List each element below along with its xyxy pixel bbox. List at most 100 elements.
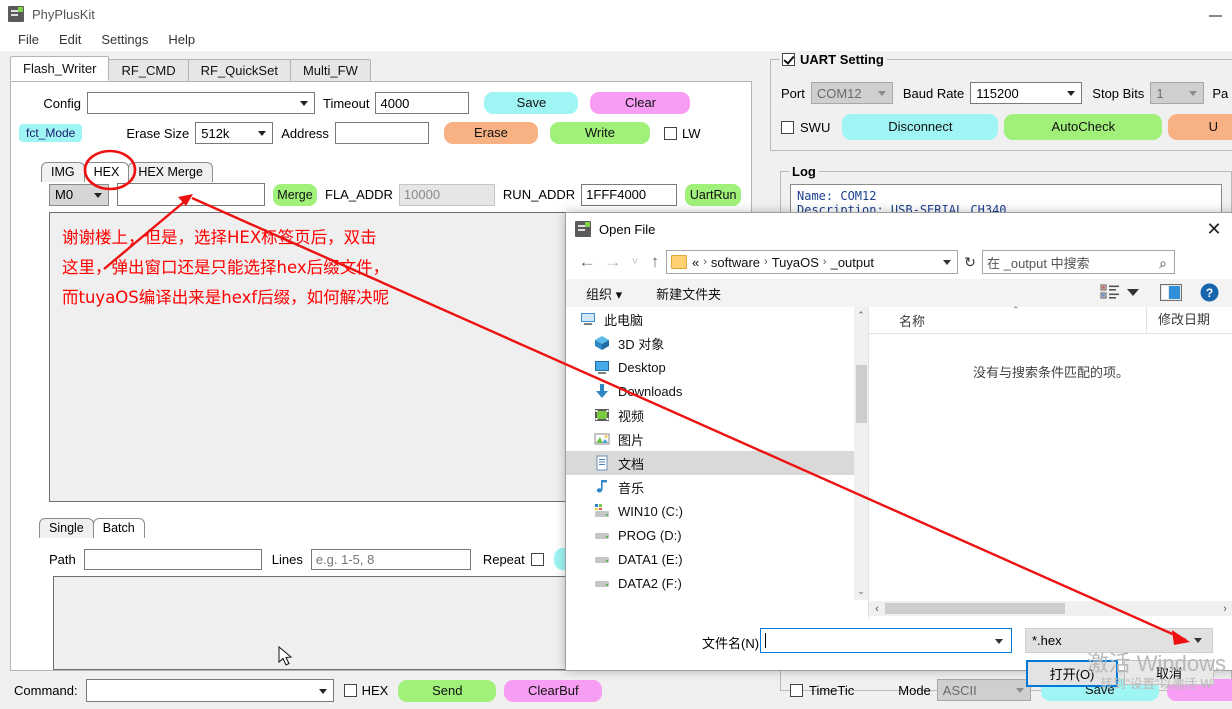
nav-item-pictures[interactable]: 图片: [566, 427, 868, 451]
send-button[interactable]: Send: [398, 679, 497, 702]
scroll-up-icon[interactable]: ⌃: [854, 310, 868, 321]
port-combo[interactable]: COM12: [810, 82, 893, 104]
uart-setting-checkbox[interactable]: [782, 53, 795, 66]
command-combo[interactable]: [85, 679, 334, 702]
update-button[interactable]: U: [1168, 114, 1232, 140]
tab-multi-fw[interactable]: Multi_FW: [289, 59, 371, 81]
path-input[interactable]: [83, 548, 262, 570]
minimize-button[interactable]: [1209, 10, 1222, 23]
scroll-left-icon[interactable]: ‹: [869, 603, 885, 615]
subtab-batch[interactable]: Batch: [92, 518, 145, 538]
tab-rf-quickset[interactable]: RF_QuickSet: [187, 59, 291, 81]
address-bar[interactable]: « › software › TuyaOS › _output: [666, 250, 958, 274]
address-label: Address: [281, 125, 329, 141]
run-addr-input[interactable]: [581, 183, 678, 206]
breadcrumb-2[interactable]: TuyaOS: [772, 255, 819, 270]
nav-item-drive-d[interactable]: PROG (D:): [566, 523, 868, 547]
menu-help[interactable]: Help: [158, 30, 205, 49]
recent-locations-icon[interactable]: ˅: [626, 256, 644, 268]
menu-settings[interactable]: Settings: [91, 30, 158, 49]
breadcrumb-3[interactable]: _output: [831, 255, 874, 270]
save-button[interactable]: Save: [484, 92, 579, 114]
hscroll-thumb[interactable]: [885, 603, 1065, 614]
scroll-down-icon[interactable]: ⌄: [854, 586, 868, 597]
merge-button[interactable]: Merge: [273, 183, 317, 206]
refresh-icon[interactable]: ↻: [958, 254, 982, 271]
nav-item-3d-objects[interactable]: 3D 对象: [566, 331, 868, 355]
organize-button[interactable]: 组织 ▾: [576, 284, 632, 303]
nav-item-music[interactable]: 音乐: [566, 475, 868, 499]
disconnect-button[interactable]: Disconnect: [842, 114, 999, 140]
subtab-hex-merge[interactable]: HEX Merge: [128, 162, 213, 182]
preview-pane-icon[interactable]: [1160, 284, 1182, 302]
fct-mode-badge[interactable]: fct_Mode: [19, 124, 83, 142]
filename-input[interactable]: [760, 628, 1012, 653]
tab-rf-cmd[interactable]: RF_CMD: [108, 59, 189, 81]
nav-item-drive-c[interactable]: WIN10 (C:): [566, 499, 868, 523]
list-view-icon[interactable]: [1100, 284, 1120, 302]
tab-flash-writer[interactable]: Flash_Writer: [10, 56, 110, 81]
command-hex-checkbox[interactable]: [343, 684, 357, 697]
write-button[interactable]: Write: [549, 122, 650, 144]
baud-rate-combo[interactable]: 115200: [970, 82, 1083, 104]
autocheck-button[interactable]: AutoCheck: [1004, 114, 1163, 140]
lw-checkbox[interactable]: [663, 126, 677, 140]
help-icon[interactable]: ?: [1200, 283, 1219, 302]
open-button[interactable]: 打开(O): [1026, 660, 1118, 687]
fla-addr-input[interactable]: [398, 183, 495, 206]
column-name[interactable]: ⌃ 名称: [869, 305, 1146, 330]
scroll-thumb[interactable]: [855, 365, 867, 423]
timeout-input[interactable]: [375, 92, 470, 114]
search-input[interactable]: 在 _output 中搜索 ⌕: [982, 250, 1175, 274]
menu-edit[interactable]: Edit: [49, 30, 91, 49]
stop-bits-combo[interactable]: 1: [1150, 82, 1205, 104]
up-icon[interactable]: ↑: [644, 252, 666, 272]
column-date[interactable]: 修改日期: [1146, 307, 1210, 333]
mode-combo[interactable]: ASCII: [936, 679, 1031, 701]
chevron-down-icon[interactable]: [1127, 289, 1139, 297]
config-combo[interactable]: [87, 92, 315, 114]
breadcrumb-1[interactable]: software: [711, 255, 760, 270]
nav-item-videos[interactable]: 视频: [566, 403, 868, 427]
new-folder-button[interactable]: 新建文件夹: [646, 284, 731, 303]
subtab-hex[interactable]: HEX: [83, 162, 130, 182]
chevron-down-icon[interactable]: [995, 639, 1003, 644]
nav-item-drive-f[interactable]: DATA2 (F:): [566, 571, 868, 595]
file-pane-hscrollbar[interactable]: ‹ ›: [869, 601, 1232, 616]
nav-item-documents[interactable]: 文档: [566, 451, 868, 475]
address-input[interactable]: [334, 122, 429, 144]
nav-item-downloads[interactable]: Downloads: [566, 379, 868, 403]
search-icon: ⌕: [1159, 255, 1167, 271]
nav-item-drive-e[interactable]: DATA1 (E:): [566, 547, 868, 571]
hex-path-input[interactable]: [117, 183, 265, 206]
back-icon[interactable]: ←: [574, 252, 600, 272]
baud-rate-value: 115200: [976, 85, 1019, 101]
cancel-button[interactable]: 取消: [1124, 660, 1214, 685]
clear-button[interactable]: Clear: [590, 92, 691, 114]
scroll-right-icon[interactable]: ›: [1217, 603, 1232, 615]
menu-file[interactable]: File: [8, 30, 49, 49]
repeat-checkbox[interactable]: [530, 552, 544, 566]
timetic-checkbox[interactable]: [790, 683, 803, 697]
swu-checkbox[interactable]: [781, 120, 794, 134]
chevron-down-icon[interactable]: [943, 260, 951, 265]
erase-size-combo[interactable]: 512k: [195, 122, 274, 144]
subtab-img[interactable]: IMG: [41, 162, 85, 182]
lines-input[interactable]: [310, 548, 471, 570]
menubar: File Edit Settings Help: [0, 28, 1232, 51]
close-icon[interactable]: ✕: [1203, 220, 1225, 242]
nav-item-this-pc[interactable]: 此电脑: [566, 307, 868, 331]
file-type-filter-combo[interactable]: *.hex: [1025, 628, 1213, 653]
clearbuf-button[interactable]: ClearBuf: [504, 679, 603, 702]
main-tabbar: Flash_Writer RF_CMD RF_QuickSet Multi_FW: [10, 56, 371, 81]
navpane-scrollbar[interactable]: ⌃ ⌄: [854, 307, 868, 600]
lw-label: LW: [681, 125, 701, 141]
forward-icon[interactable]: →: [600, 252, 626, 272]
erase-button[interactable]: Erase: [443, 122, 538, 144]
m0-combo[interactable]: M0: [49, 183, 109, 206]
app-icon: [8, 6, 24, 22]
subtab-single[interactable]: Single: [39, 518, 94, 538]
uart-action-row: SWU Disconnect AutoCheck U: [781, 114, 1232, 140]
nav-item-desktop[interactable]: Desktop: [566, 355, 868, 379]
uartrun-button[interactable]: UartRun: [685, 183, 742, 206]
